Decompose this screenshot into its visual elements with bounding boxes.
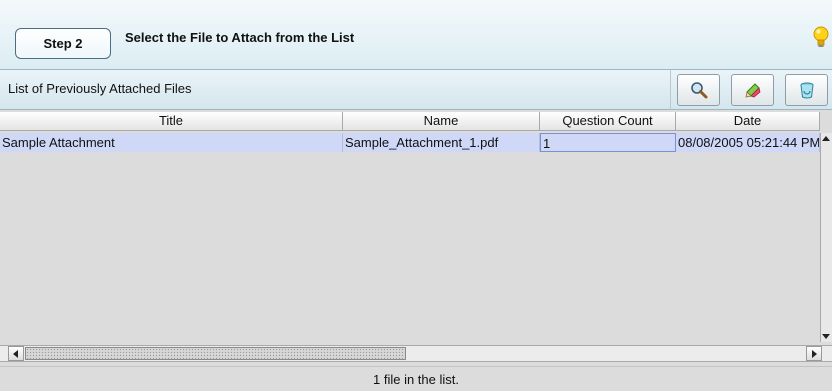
lightbulb-icon[interactable] xyxy=(812,25,830,51)
toolbar-separator xyxy=(670,70,671,110)
scroll-up-icon[interactable] xyxy=(822,136,830,141)
column-header-title[interactable]: Title xyxy=(0,112,343,131)
step-title: Select the File to Attach from the List xyxy=(125,30,355,45)
list-title: List of Previously Attached Files xyxy=(8,81,192,96)
pencil-icon xyxy=(744,83,760,98)
column-header-name[interactable]: Name xyxy=(343,112,540,131)
status-text: 1 file in the list. xyxy=(0,366,832,391)
step-badge: Step 2 xyxy=(15,28,111,59)
cell-title: Sample Attachment xyxy=(0,133,343,152)
step-header: Step 2 Select the File to Attach from th… xyxy=(0,0,832,70)
scroll-left-button[interactable] xyxy=(8,346,24,361)
attachments-table: Title Name Question Count Date Sample At… xyxy=(0,110,832,366)
horizontal-scrollbar[interactable] xyxy=(0,345,832,362)
delete-button[interactable] xyxy=(785,74,828,106)
search-button[interactable] xyxy=(677,74,720,106)
scroll-right-button[interactable] xyxy=(806,346,822,361)
magnifier-icon xyxy=(690,82,707,99)
list-toolbar: List of Previously Attached Files xyxy=(0,70,832,110)
trash-icon xyxy=(800,82,813,99)
column-header-question-count[interactable]: Question Count xyxy=(540,112,676,131)
scroll-down-icon[interactable] xyxy=(822,334,830,339)
edit-button[interactable] xyxy=(731,74,774,106)
vertical-scrollbar[interactable] xyxy=(820,133,832,342)
table-row[interactable]: Sample Attachment Sample_Attachment_1.pd… xyxy=(0,133,820,152)
cell-question-count: 1 xyxy=(540,133,676,152)
column-header-date[interactable]: Date xyxy=(676,112,820,131)
scroll-thumb[interactable] xyxy=(25,347,406,360)
cell-name: Sample_Attachment_1.pdf xyxy=(343,133,540,152)
cell-date: 08/08/2005 05:21:44 PM xyxy=(678,133,820,152)
